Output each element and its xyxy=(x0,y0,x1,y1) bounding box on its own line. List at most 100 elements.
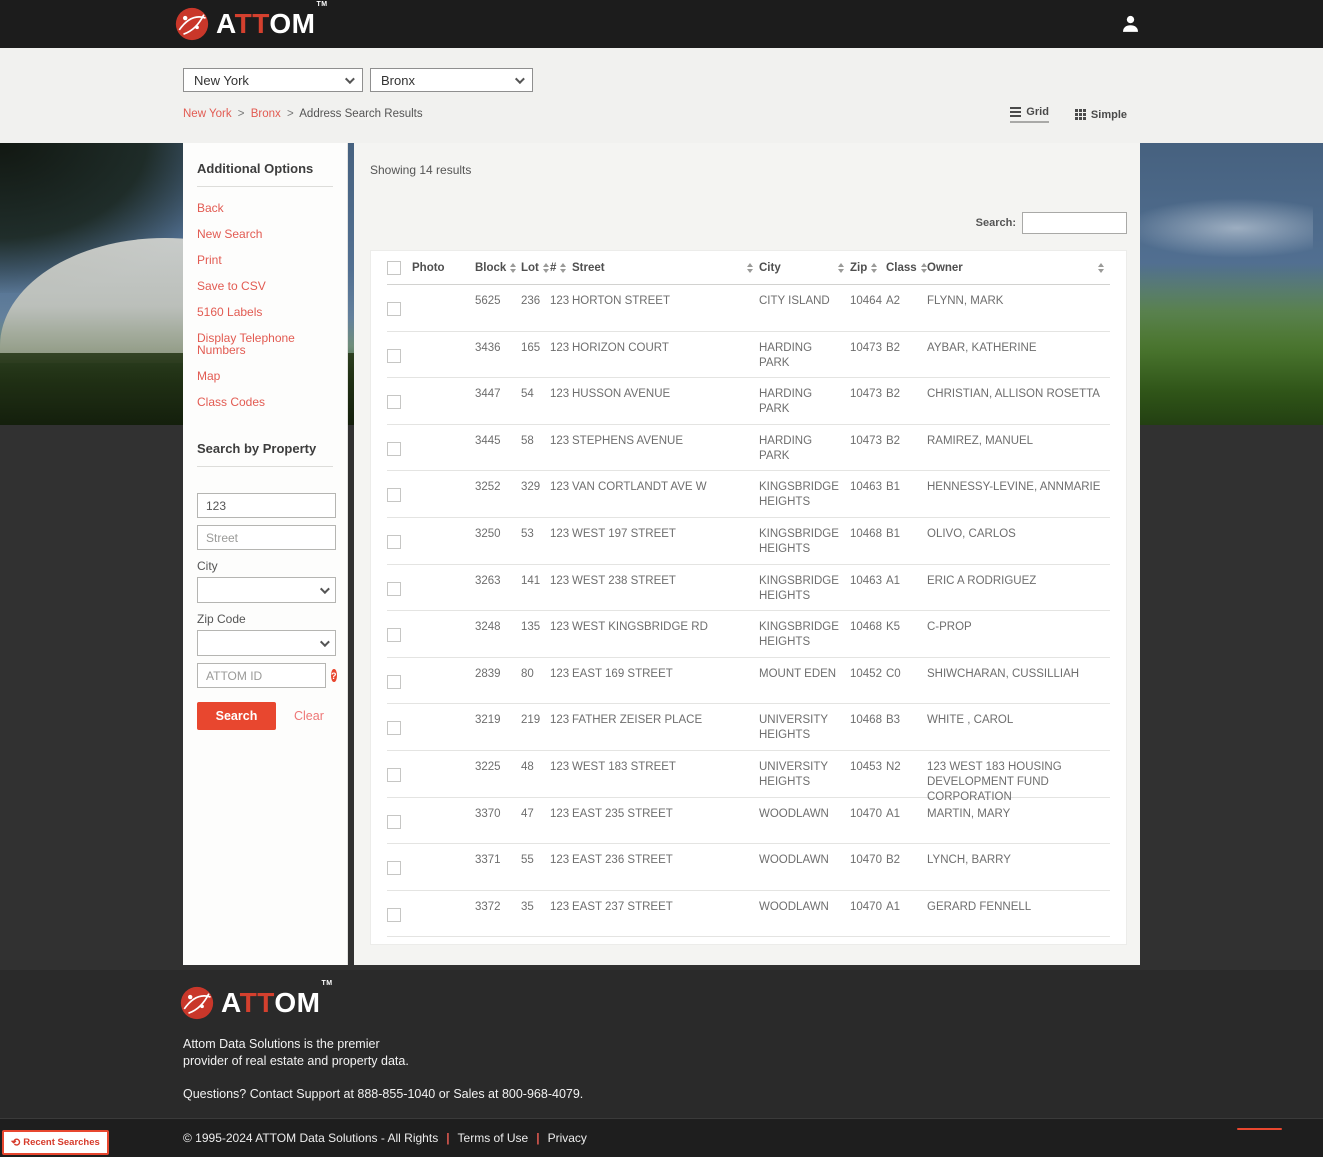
terms-of-use-link[interactable]: Terms of Use xyxy=(458,1131,529,1145)
cell-street: STEPHENS AVENUE xyxy=(572,425,759,471)
select-all-checkbox[interactable] xyxy=(387,261,401,275)
view-toggle: Grid Simple xyxy=(1010,106,1127,123)
sidebar-link[interactable]: Display Telephone Numbers xyxy=(197,325,333,363)
recent-searches-label: Recent Searches xyxy=(23,1137,100,1148)
cell-photo xyxy=(412,658,475,704)
row-checkbox[interactable] xyxy=(387,721,401,735)
cell-owner: CHRISTIAN, ALLISON ROSETTA xyxy=(927,378,1110,424)
cell-number: 123 xyxy=(550,704,572,750)
row-checkbox[interactable] xyxy=(387,349,401,363)
row-checkbox[interactable] xyxy=(387,442,401,456)
city-select[interactable] xyxy=(197,577,336,603)
simple-grid-icon xyxy=(1075,109,1086,120)
attom-logo[interactable]: ATTOMTM xyxy=(175,7,327,41)
cell-photo xyxy=(412,285,475,331)
sidebar-link[interactable]: Print xyxy=(197,247,333,273)
recent-searches-button[interactable]: Recent Searches xyxy=(2,1130,109,1155)
filter-bar: New York Bronx New York > Bronx > Addres… xyxy=(0,48,1323,143)
sort-icon[interactable] xyxy=(510,263,516,273)
table-row: 3371 55 123 EAST 236 STREET WOODLAWN 104… xyxy=(387,844,1110,891)
cell-lot: 135 xyxy=(521,611,550,657)
cell-block: 3372 xyxy=(475,891,521,937)
cell-photo xyxy=(412,844,475,890)
street-input[interactable] xyxy=(197,525,336,550)
help-icon[interactable] xyxy=(331,669,337,682)
cell-owner: LYNCH, BARRY xyxy=(927,844,1110,890)
sort-icon[interactable] xyxy=(871,263,877,273)
row-checkbox[interactable] xyxy=(387,675,401,689)
footer-attom-logo: ATTOMTM xyxy=(180,986,332,1020)
cell-photo xyxy=(412,378,475,424)
additional-options-title: Additional Options xyxy=(197,161,333,176)
cell-street: WEST 197 STREET xyxy=(572,518,759,564)
row-checkbox[interactable] xyxy=(387,582,401,596)
grid-view-toggle[interactable]: Grid xyxy=(1010,106,1049,123)
sidebar-link[interactable]: 5160 Labels xyxy=(197,299,333,325)
cell-number: 123 xyxy=(550,891,572,937)
state-select[interactable]: New York xyxy=(183,68,363,92)
search-button[interactable]: Search xyxy=(197,702,276,730)
cell-zip: 10470 xyxy=(850,844,886,890)
cell-class: B2 xyxy=(886,425,927,471)
sidebar-link[interactable]: Map xyxy=(197,363,333,389)
row-checkbox[interactable] xyxy=(387,302,401,316)
sidebar-link[interactable]: Save to CSV xyxy=(197,273,333,299)
breadcrumb-county-link[interactable]: Bronx xyxy=(251,108,281,120)
results-panel: Showing 14 results Search: Photo Block L… xyxy=(354,143,1140,965)
sort-icon[interactable] xyxy=(543,263,549,273)
row-checkbox[interactable] xyxy=(387,488,401,502)
footer: ATTOMTM Attom Data Solutions is the prem… xyxy=(0,970,1323,1157)
clear-button[interactable]: Clear xyxy=(294,709,324,723)
cell-class: A1 xyxy=(886,891,927,937)
top-header-bar: ATTOMTM xyxy=(0,0,1323,48)
footer-logo-text: ATTOMTM xyxy=(221,989,332,1017)
simple-view-toggle[interactable]: Simple xyxy=(1075,109,1127,121)
chevron-down-icon xyxy=(320,637,330,647)
page: ATTOMTM New York Bronx New York > Bronx … xyxy=(0,0,1323,1157)
sort-icon[interactable] xyxy=(921,263,927,273)
cell-owner: AYBAR, KATHERINE xyxy=(927,332,1110,378)
cell-lot: 165 xyxy=(521,332,550,378)
cell-city: KINGSBRIDGE HEIGHTS xyxy=(759,471,850,517)
sidebar-link[interactable]: Back xyxy=(197,195,333,221)
county-select[interactable]: Bronx xyxy=(370,68,533,92)
cell-city: WOODLAWN xyxy=(759,798,850,844)
cell-photo xyxy=(412,611,475,657)
breadcrumb-current: Address Search Results xyxy=(299,108,422,120)
cell-class: A1 xyxy=(886,798,927,844)
cell-block: 3445 xyxy=(475,425,521,471)
search-by-property-title: Search by Property xyxy=(197,441,333,456)
footer-red-accent xyxy=(1237,1128,1282,1130)
sidebar-link[interactable]: New Search xyxy=(197,221,333,247)
cell-street: FATHER ZEISER PLACE xyxy=(572,704,759,750)
cell-street: EAST 235 STREET xyxy=(572,798,759,844)
cell-city: MOUNT EDEN xyxy=(759,658,850,704)
user-account-icon[interactable] xyxy=(1120,13,1141,34)
zip-code-select[interactable] xyxy=(197,630,336,656)
breadcrumb-state-link[interactable]: New York xyxy=(183,108,232,120)
sort-icon[interactable] xyxy=(560,263,566,273)
privacy-link[interactable]: Privacy xyxy=(548,1131,587,1145)
row-checkbox[interactable] xyxy=(387,861,401,875)
table-search-input[interactable] xyxy=(1022,212,1127,234)
cell-zip: 10468 xyxy=(850,704,886,750)
county-select-value: Bronx xyxy=(381,73,415,88)
cell-number: 123 xyxy=(550,518,572,564)
row-checkbox[interactable] xyxy=(387,815,401,829)
row-checkbox[interactable] xyxy=(387,908,401,922)
sort-icon[interactable] xyxy=(1098,263,1104,273)
row-checkbox[interactable] xyxy=(387,395,401,409)
sort-icon[interactable] xyxy=(838,263,844,273)
attom-id-input[interactable] xyxy=(197,663,326,688)
cell-city: UNIVERSITY HEIGHTS xyxy=(759,704,850,750)
table-row: 3447 54 123 HUSSON AVENUE HARDING PARK 1… xyxy=(387,378,1110,425)
cell-zip: 10452 xyxy=(850,658,886,704)
row-checkbox[interactable] xyxy=(387,768,401,782)
row-checkbox[interactable] xyxy=(387,535,401,549)
sort-icon[interactable] xyxy=(747,263,753,273)
column-block: Block xyxy=(475,262,521,274)
row-checkbox[interactable] xyxy=(387,628,401,642)
house-number-input[interactable] xyxy=(197,493,336,518)
cell-photo xyxy=(412,518,475,564)
sidebar-link[interactable]: Class Codes xyxy=(197,389,333,415)
